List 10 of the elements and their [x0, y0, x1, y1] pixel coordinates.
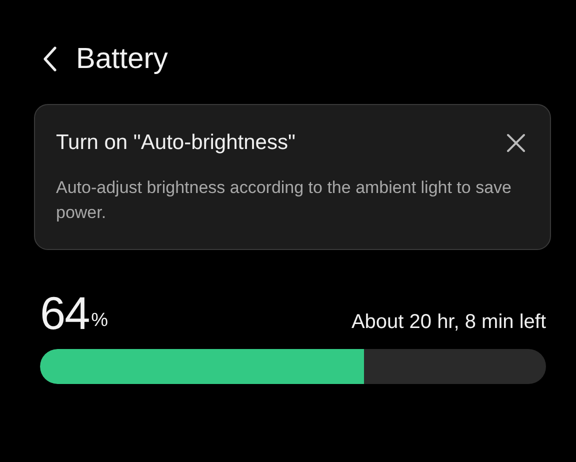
battery-percent: 64 [40, 290, 90, 336]
back-button[interactable] [42, 45, 58, 73]
page-title: Battery [76, 42, 168, 76]
percent-unit: % [91, 310, 108, 332]
close-button[interactable] [506, 133, 526, 153]
tip-description: Auto-adjust brightness according to the ambient light to save power. [56, 177, 512, 224]
tip-title: Turn on "Auto-brightness" [56, 131, 296, 155]
back-icon [42, 45, 58, 73]
close-icon [506, 133, 526, 153]
time-remaining: About 20 hr, 8 min left [351, 311, 546, 334]
